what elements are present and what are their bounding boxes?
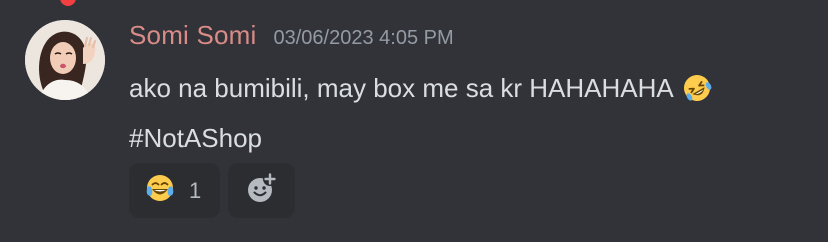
message-timestamp[interactable]: 03/06/2023 4:05 PM: [274, 27, 454, 50]
add-reaction-button[interactable]: [228, 163, 295, 218]
message-header: Somi Somi 03/06/2023 4:05 PM: [129, 20, 454, 54]
message-text: ako na bumibili, may box me sa kr HAHAHA…: [129, 73, 674, 103]
rolling-on-floor-laughing-icon: [682, 72, 712, 116]
message-line: ako na bumibili, may box me sa kr HAHAHA…: [129, 66, 809, 116]
reaction-count: 1: [189, 177, 202, 203]
chat-message: Somi Somi 03/06/2023 4:05 PM ako na bumi…: [0, 0, 828, 242]
add-reaction-icon: [245, 171, 279, 210]
message-content: ako na bumibili, may box me sa kr HAHAHA…: [129, 66, 809, 160]
avatar[interactable]: [25, 20, 105, 100]
message-hashtag: #NotAShop: [129, 123, 262, 153]
reactions-bar: 1: [129, 163, 295, 218]
face-with-tears-of-joy-icon: [145, 173, 175, 208]
reaction-tears-of-joy[interactable]: 1: [129, 163, 220, 218]
author-name[interactable]: Somi Somi: [129, 20, 257, 51]
